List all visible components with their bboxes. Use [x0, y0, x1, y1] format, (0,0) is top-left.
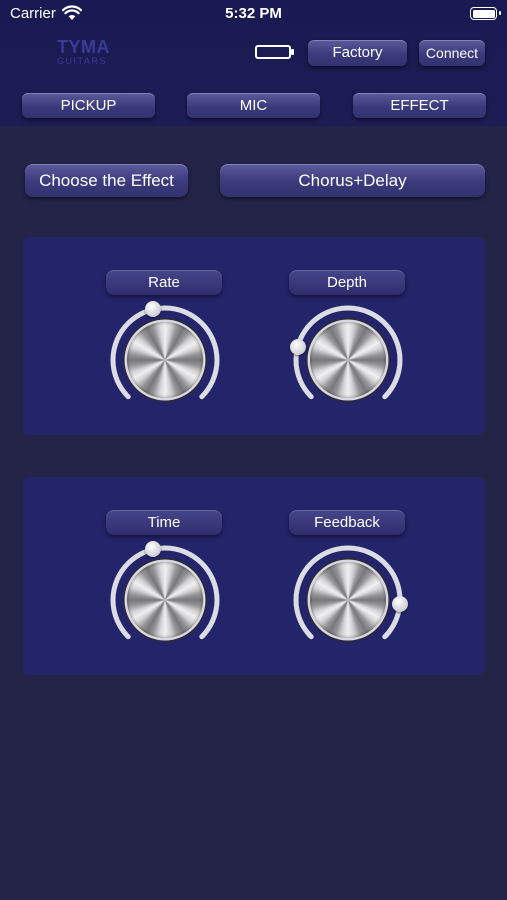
logo-main-text: TYMA	[57, 37, 110, 57]
rate-label: Rate	[106, 270, 222, 295]
header-bar: Carrier 5:32 PM TYMA GUITARS Factory Con…	[0, 0, 507, 126]
rate-knob[interactable]	[109, 301, 221, 416]
knob-face	[127, 562, 203, 638]
depth-knob[interactable]	[289, 304, 404, 416]
choose-effect-label: Choose the Effect	[25, 164, 188, 197]
status-battery-icon	[470, 7, 501, 20]
time-knob[interactable]	[109, 541, 221, 656]
time-label: Time	[106, 510, 222, 535]
feedback-knob[interactable]	[292, 544, 408, 656]
tab-pickup[interactable]: PICKUP	[22, 93, 155, 118]
delay-panel	[23, 477, 485, 675]
logo-sub-text: GUITARS	[57, 56, 107, 66]
effect-select[interactable]: Chorus+Delay	[220, 164, 485, 197]
knob-face	[310, 322, 386, 398]
connect-button[interactable]: Connect	[419, 40, 485, 66]
factory-button[interactable]: Factory	[308, 40, 407, 66]
tyma-logo: TYMA GUITARS	[57, 38, 123, 66]
feedback-label: Feedback	[289, 510, 405, 535]
tab-effect[interactable]: EFFECT	[353, 93, 486, 118]
knob-handle[interactable]	[289, 339, 306, 356]
status-bar: Carrier 5:32 PM	[0, 0, 507, 30]
depth-label: Depth	[289, 270, 405, 295]
knob-face	[310, 562, 386, 638]
status-time: 5:32 PM	[225, 5, 282, 22]
knob-handle[interactable]	[391, 596, 408, 613]
modulation-panel	[23, 237, 485, 435]
device-battery-icon	[255, 45, 294, 59]
tab-mic[interactable]: MIC	[187, 93, 320, 118]
knob-face	[127, 322, 203, 398]
